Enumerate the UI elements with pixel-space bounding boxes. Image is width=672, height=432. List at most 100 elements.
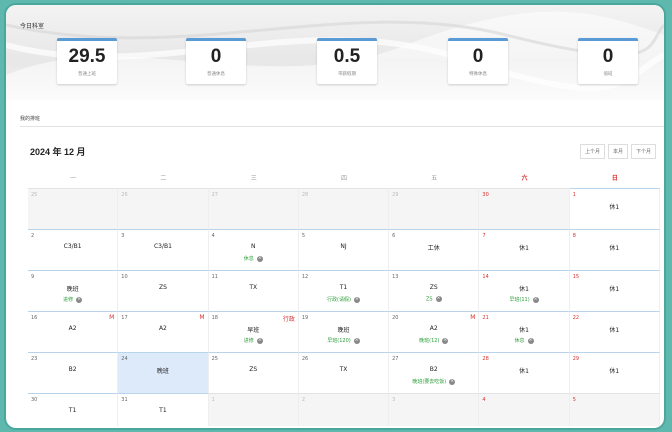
calendar-day[interactable]: 5 NJ (298, 229, 390, 270)
calendar-day[interactable]: 5 (569, 393, 660, 426)
calendar-day[interactable]: 9 晚班 进修 × (28, 270, 119, 311)
stat-label: 值班 (603, 72, 613, 77)
remove-circle-icon[interactable]: × (532, 296, 539, 303)
shift-label: 休1 (519, 245, 529, 252)
shift-label: ZS (249, 366, 258, 373)
calendar-day[interactable]: 17 M A2 (118, 311, 209, 352)
calendar-day[interactable]: 21 休1 休息 × (479, 311, 570, 352)
calendar-day[interactable]: 26 (118, 188, 209, 229)
calendar-day[interactable]: 23 B2 (28, 352, 119, 393)
remove-circle-icon[interactable]: × (256, 255, 263, 262)
weekday-label: 日 (611, 175, 618, 182)
section-label: 我的排班 (20, 116, 41, 122)
shift-label: 休1 (609, 368, 620, 375)
day-number: 12 (301, 274, 309, 280)
stat-value: 29.5 (68, 46, 106, 67)
calendar-day[interactable]: 14 休1 早班(11) × (479, 270, 570, 311)
remove-circle-icon[interactable]: × (76, 296, 83, 303)
remove-circle-icon[interactable]: × (449, 378, 456, 385)
shift-label: 早班 (247, 327, 260, 334)
day-number: 25 (211, 356, 218, 362)
calendar-day[interactable]: 4 (479, 393, 570, 426)
calendar-day[interactable]: 1 (208, 393, 299, 426)
day-number: 28 (301, 192, 309, 198)
weekday-label: 四 (340, 175, 347, 182)
remove-circle-icon[interactable]: × (435, 296, 442, 302)
shift-label: 晚班 (156, 368, 169, 375)
calendar-day[interactable]: 3 C3/B1 (118, 229, 209, 270)
calendar-week-row: 2 C3/B1 3 C3/B1 4 N 休息 × 5 NJ 6 工休 7 休1 8 休1 (28, 229, 660, 270)
calendar-day[interactable]: 4 N 休息 × (208, 229, 299, 270)
calendar-day[interactable]: 27 B2 晚班(要去吃饭) × (389, 352, 480, 393)
stat-value: 0.5 (333, 46, 361, 67)
day-number: 22 (572, 315, 580, 321)
calendar-day[interactable]: 1 休1 (569, 188, 660, 229)
remove-circle-icon[interactable]: × (442, 337, 449, 344)
stat-card-duty: 0 值班 (578, 38, 638, 84)
calendar-day[interactable]: 20 M A2 晚班(12) × (389, 311, 480, 352)
day-number: 17 (121, 315, 128, 321)
weekday-label: 三 (250, 175, 257, 182)
stat-label: 特殊休息 (469, 72, 487, 77)
remove-circle-icon[interactable]: × (353, 296, 360, 303)
calendar-day[interactable]: 12 T1 行政(请假) × (298, 270, 390, 311)
next-month-button[interactable]: 下个月 (630, 144, 656, 159)
weekday-header: 一 二 三 四 五 六 日 (28, 173, 660, 187)
shift-tag-label: 早班(120) (327, 338, 351, 344)
weekday-label: 五 (431, 175, 438, 182)
calendar-day[interactable]: 25 (28, 188, 119, 229)
calendar-day[interactable]: 29 休1 (569, 352, 660, 393)
stat-label: 普通休息 (207, 72, 225, 77)
calendar-day[interactable]: 31 T1 (118, 393, 209, 426)
this-month-button[interactable]: 本月 (607, 144, 628, 159)
shift-tag: 休息 × (479, 337, 568, 344)
shift-tag-label: 休息 (243, 256, 254, 262)
calendar-day[interactable]: 29 (389, 188, 480, 229)
day-flag: M (199, 314, 205, 321)
remove-circle-icon[interactable]: × (353, 337, 360, 344)
weekday-label: 六 (521, 175, 528, 182)
shift-tag: ZS × (389, 296, 478, 303)
calendar-day[interactable]: 2 C3/B1 (28, 229, 119, 270)
calendar-day[interactable]: 6 工休 (389, 229, 480, 270)
calendar-day[interactable]: 15 休1 (569, 270, 660, 311)
shift-label: TX (249, 284, 258, 291)
calendar-day[interactable]: 26 TX (298, 352, 390, 393)
calendar-day[interactable]: 30 T1 (28, 393, 119, 426)
stat-card-normal-rest: 0 普通休息 (186, 38, 246, 84)
stat-label: 带薪假期 (338, 72, 356, 77)
shift-tag: 晚班(要去吃饭) × (389, 378, 478, 385)
shift-label: B2 (429, 366, 438, 373)
shift-label: A2 (429, 325, 438, 332)
calendar-day[interactable]: 28 (298, 188, 390, 229)
calendar-day[interactable]: 10 ZS (118, 270, 209, 311)
calendar-day[interactable]: 3 (389, 393, 480, 426)
day-number: 16 (31, 315, 38, 321)
calendar-day[interactable]: 11 TX (208, 270, 299, 311)
calendar-day-today[interactable]: 24 晚班 (118, 352, 209, 393)
calendar-day[interactable]: 8 休1 (569, 229, 660, 270)
shift-tag-label: 行政(请假) (327, 297, 351, 303)
prev-month-button[interactable]: 上个月 (579, 144, 605, 159)
calendar-day[interactable]: 19 晚班 早班(120) × (298, 311, 390, 352)
day-number: 6 (392, 233, 396, 239)
remove-circle-icon[interactable]: × (256, 337, 263, 344)
calendar-day[interactable]: 22 休1 (569, 311, 660, 352)
calendar-day[interactable]: 25 ZS (208, 352, 299, 393)
shift-tag: 进修 × (28, 296, 117, 303)
calendar-day[interactable]: 30 (479, 188, 570, 229)
shift-label: 晚班 (66, 286, 79, 293)
calendar-day[interactable]: 27 (208, 188, 299, 229)
shift-label: T1 (159, 407, 167, 414)
shift-label: 休1 (609, 245, 620, 252)
calendar-day[interactable]: 28 休1 (479, 352, 570, 393)
day-number: 3 (121, 233, 125, 239)
calendar-day[interactable]: 18 行政 早班 进修 × (208, 311, 299, 352)
calendar-day[interactable]: 13 ZS ZS × (389, 270, 480, 311)
app-frame: 今日科室 29.5 普通上班 0 普通休息 0.5 带薪假期 0 特殊休息 0 … (6, 5, 664, 428)
calendar-day[interactable]: 7 休1 (479, 229, 570, 270)
remove-circle-icon[interactable]: × (527, 337, 534, 344)
day-number: 29 (572, 356, 580, 362)
calendar-day[interactable]: 2 (298, 393, 390, 426)
calendar-day[interactable]: 16 M A2 (28, 311, 119, 352)
